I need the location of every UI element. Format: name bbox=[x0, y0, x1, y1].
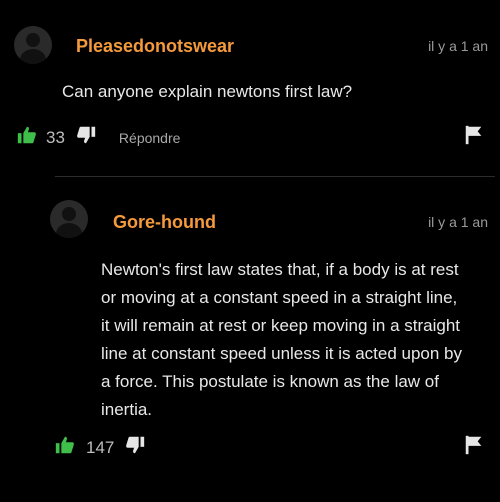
comment-time: il y a 1 an bbox=[428, 214, 488, 230]
comment-actions: 147 bbox=[54, 434, 146, 461]
comment-text-line: inertia. bbox=[101, 400, 153, 419]
like-count: 147 bbox=[86, 437, 115, 457]
comment-text-line: Newton's first law states that, if a bod… bbox=[101, 260, 459, 279]
thumbs-down-icon[interactable] bbox=[124, 434, 146, 461]
comment-text-line: line at constant speed unless it is acte… bbox=[101, 344, 463, 363]
comment-actions: 33 Répondre bbox=[16, 124, 180, 151]
comment-text-line: it will remain at rest or keep moving in… bbox=[101, 316, 461, 335]
avatar-icon[interactable] bbox=[14, 26, 52, 64]
divider bbox=[55, 176, 495, 177]
avatar-icon[interactable] bbox=[50, 200, 88, 238]
thumbs-down-icon[interactable] bbox=[75, 124, 97, 151]
flag-icon[interactable] bbox=[463, 434, 485, 461]
comment-time: il y a 1 an bbox=[428, 38, 488, 54]
comment-username[interactable]: Pleasedonotswear bbox=[76, 36, 234, 57]
flag-icon[interactable] bbox=[463, 124, 485, 151]
thumbs-up-icon[interactable] bbox=[16, 124, 38, 151]
comment-username[interactable]: Gore-hound bbox=[113, 212, 216, 233]
comment-text: Can anyone explain newtons first law? bbox=[62, 82, 353, 101]
comment-text-line: a force. This postulate is known as the … bbox=[101, 372, 439, 391]
thumbs-up-icon[interactable] bbox=[54, 434, 76, 461]
comment-text: Newton's first law states that, if a bod… bbox=[101, 256, 462, 424]
comment-text-line: or moving at a constant speed in a strai… bbox=[101, 288, 458, 307]
like-count: 33 bbox=[46, 127, 65, 147]
reply-button[interactable]: Répondre bbox=[119, 130, 181, 146]
